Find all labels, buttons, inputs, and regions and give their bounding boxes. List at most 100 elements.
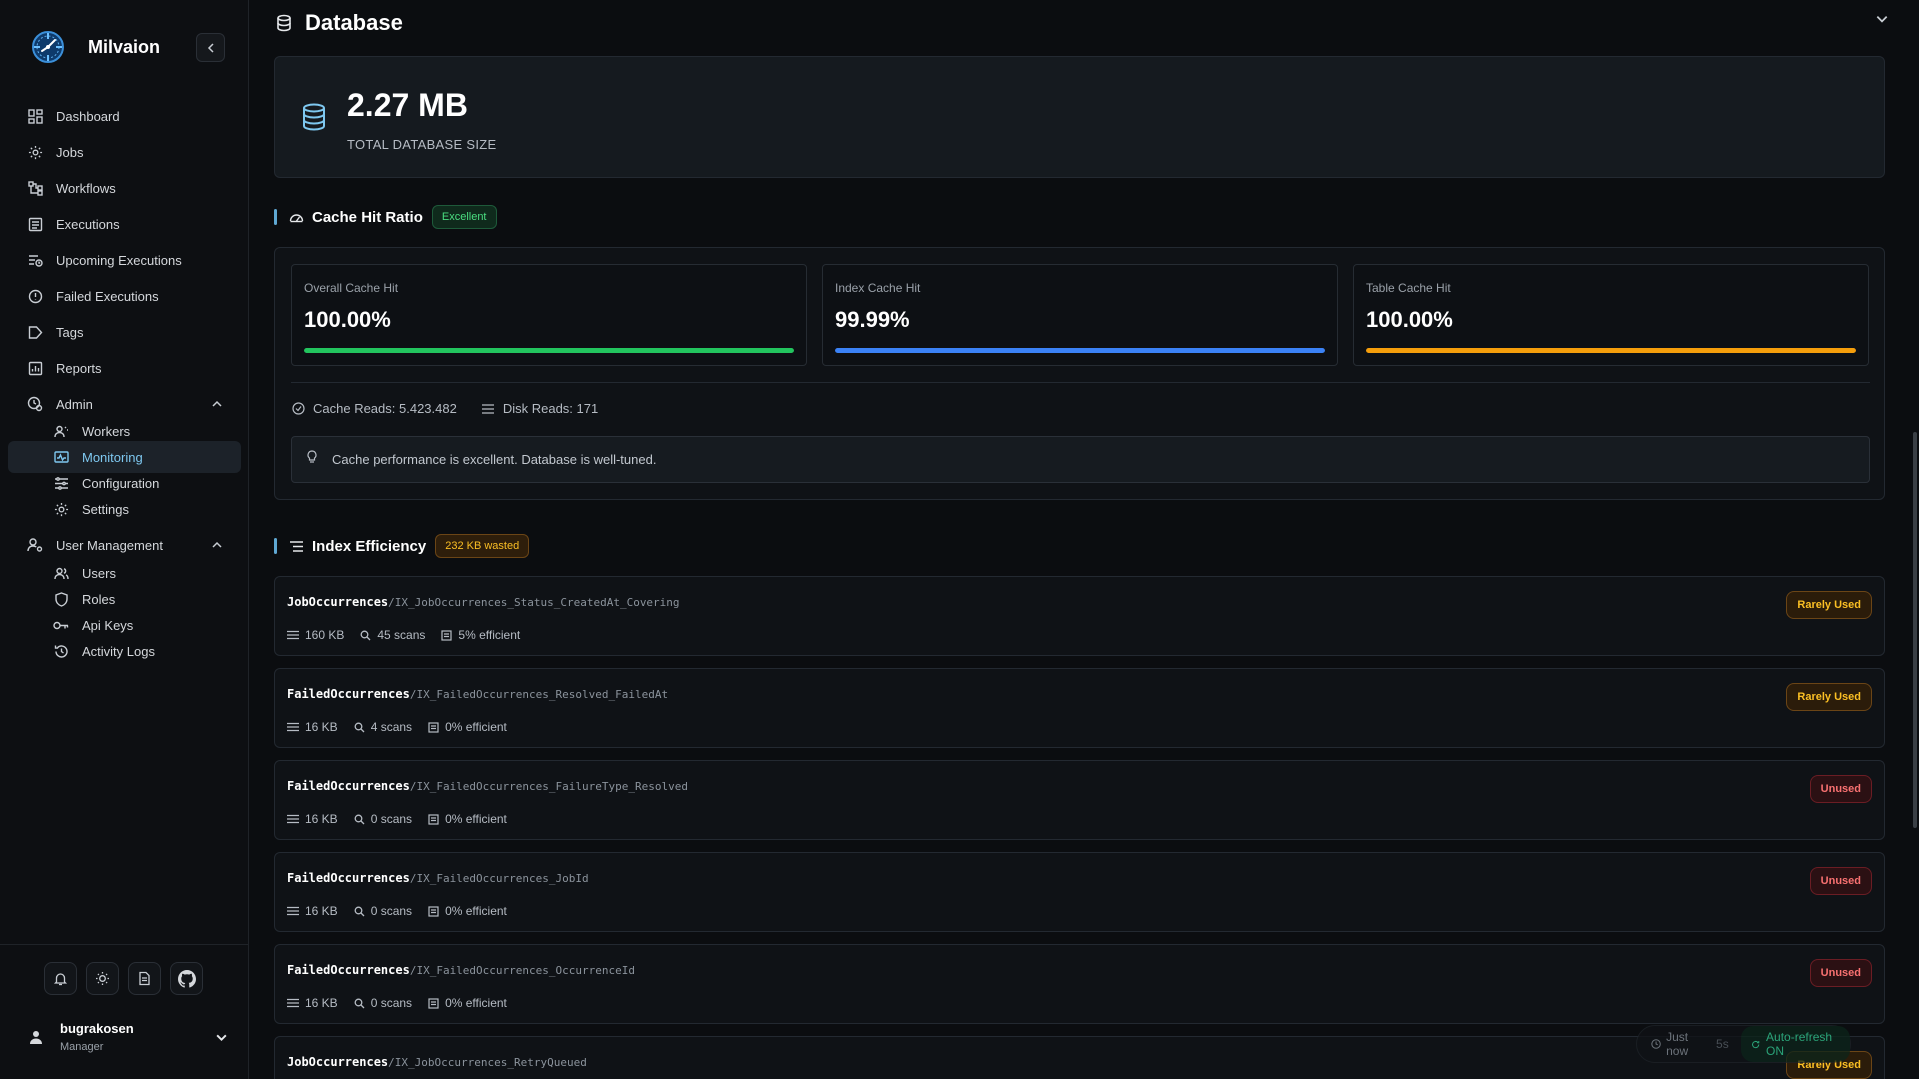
gear-icon [26,143,44,161]
metric-progress-fill [1366,348,1856,353]
disk-reads-text: Disk Reads: 171 [502,401,599,416]
index-efficiency: 0% efficient [445,812,507,826]
sidebar-item-label: Configuration [82,475,160,491]
cache-card: Overall Cache Hit 100.00% Index Cache Hi… [274,247,1885,500]
index-meta: 16 KB 0 scans 0% efficient [287,812,507,826]
milvaion-logo-icon [32,31,64,63]
metric-overall-cache-hit: Overall Cache Hit 100.00% [291,264,807,366]
index-table-name: FailedOccurrences [287,687,410,701]
size-icon [287,630,299,640]
sidebar-item-reports[interactable]: Reports [8,352,241,384]
cache-section-title: Cache Hit Ratio [312,208,423,226]
collapse-section-button[interactable] [1875,12,1889,26]
cache-reads-summary: Cache Reads: 5.423.482 Disk Reads: 171 [292,401,598,416]
main-content: Database 2.27 MB TOTAL DATABASE SIZE Cac… [250,0,1919,1079]
bell-icon [53,973,68,986]
brand[interactable]: Milvaion [28,26,160,68]
sidebar-item-label: Api Keys [82,617,134,633]
index-table-name: JobOccurrences [287,1055,389,1069]
history-icon [52,642,70,660]
docs-button[interactable] [128,962,161,995]
sidebar-item-activity-logs[interactable]: Activity Logs [8,635,241,667]
sidebar-item-upcoming-executions[interactable]: Upcoming Executions [8,244,241,276]
index-path: /IX_JobOccurrences_Status_CreatedAt_Cove… [388,596,680,609]
index-section-header: Index Efficiency 232 KB wasted [274,532,530,560]
metric-progress-track [835,348,1325,353]
sidebar-item-settings[interactable]: Settings [8,493,241,525]
sidebar-item-label: Monitoring [82,449,143,465]
index-name: FailedOccurrences/IX_FailedOccurrences_O… [287,963,635,977]
scrollbar-thumb[interactable] [1913,432,1917,828]
sidebar-item-workflows[interactable]: Workflows [8,172,241,204]
document-icon [139,971,150,986]
index-meta: 16 KB 4 scans 0% efficient [287,720,507,734]
sidebar-item-label: Settings [82,501,129,517]
github-button[interactable] [170,962,203,995]
gear-icon [52,500,70,518]
refresh-interval: 5s [1716,1037,1729,1051]
index-size: 16 KB [305,720,338,734]
key-icon [52,616,70,634]
sidebar-item-failed-executions[interactable]: Failed Executions [8,280,241,312]
cache-tip: Cache performance is excellent. Database… [291,436,1870,483]
index-row[interactable]: JobOccurrences/IX_JobOccurrences_Status_… [274,576,1885,656]
auto-refresh-toggle[interactable]: Auto-refresh ON [1740,1026,1850,1062]
sidebar-item-executions[interactable]: Executions [8,208,241,240]
check-circle-icon [292,402,305,415]
notifications-button[interactable] [44,962,77,995]
index-row[interactable]: FailedOccurrences/IX_FailedOccurrences_R… [274,668,1885,748]
wasted-space-badge: 232 KB wasted [435,534,530,558]
calendar-clock-icon [26,251,44,269]
sidebar-item-dashboard[interactable]: Dashboard [8,100,241,132]
index-scans: 45 scans [377,628,426,642]
efficiency-icon [441,629,453,641]
database-icon [277,14,291,32]
search-icon [354,814,365,825]
github-icon [177,969,196,988]
chevron-up-icon [212,400,222,407]
theme-toggle-button[interactable] [86,962,119,995]
index-row[interactable]: FailedOccurrences/IX_FailedOccurrences_F… [274,760,1885,840]
database-icon [303,103,325,131]
sidebar-item-jobs[interactable]: Jobs [8,136,241,168]
collapse-sidebar-button[interactable] [196,33,225,62]
size-icon [287,814,299,824]
chevron-down-icon [216,1034,227,1042]
index-scans: 0 scans [370,904,413,918]
index-scans: 0 scans [370,812,413,826]
database-size-label: TOTAL DATABASE SIZE [347,137,497,152]
cache-section-header: Cache Hit Ratio Excellent [274,203,497,231]
index-status-badge: Rarely Used [1786,591,1872,619]
cache-reads-text: Cache Reads: 5.423.482 [313,401,457,416]
sidebar-footer: bugrakosen Manager [0,944,249,1079]
efficiency-icon [428,813,439,825]
sidebar-group-label: User Management [56,537,163,553]
shield-icon [52,590,70,608]
list-icon [290,540,303,552]
size-icon [287,906,299,916]
database-size-card: 2.27 MB TOTAL DATABASE SIZE [274,56,1885,178]
divider [291,382,1870,383]
sidebar-item-label: Workflows [56,180,116,196]
index-name: FailedOccurrences/IX_FailedOccurrences_F… [287,779,688,793]
chevron-up-icon [212,541,222,548]
index-row[interactable]: FailedOccurrences/IX_FailedOccurrences_J… [274,852,1885,932]
user-role: Manager [60,1041,104,1053]
auto-refresh-indicator[interactable]: Just now 5s Auto-refresh ON [1636,1025,1851,1063]
monitor-icon [52,448,70,466]
index-efficiency: 0% efficient [445,720,507,734]
index-path: /IX_FailedOccurrences_FailureType_Resolv… [409,780,688,793]
index-name: JobOccurrences/IX_JobOccurrences_RetryQu… [287,1055,587,1069]
index-path: /IX_JobOccurrences_RetryQueued [388,1056,587,1069]
index-name: FailedOccurrences/IX_FailedOccurrences_J… [287,871,589,885]
index-row[interactable]: FailedOccurrences/IX_FailedOccurrences_O… [274,944,1885,1024]
index-meta: 16 KB 0 scans 0% efficient [287,904,507,918]
user-management-icon [26,536,44,554]
sliders-icon [52,474,70,492]
sidebar-item-tags[interactable]: Tags [8,316,241,348]
user-menu[interactable]: bugrakosen Manager [28,1019,228,1063]
index-meta: 160 KB 45 scans 5% efficient [287,628,520,642]
sidebar-tools [44,962,203,995]
sidebar-group-label: Admin [56,396,93,412]
chart-icon [26,359,44,377]
